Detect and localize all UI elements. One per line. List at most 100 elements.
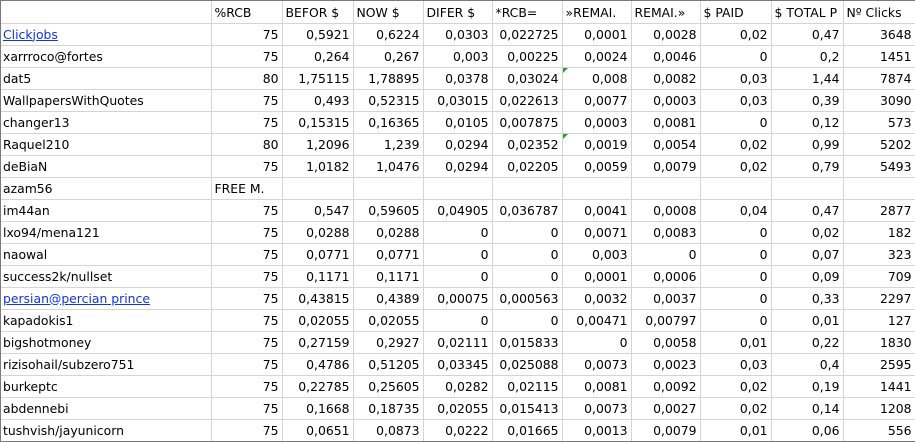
- value-cell[interactable]: 0,01: [700, 419, 772, 442]
- value-cell[interactable]: 0,0008: [631, 199, 701, 222]
- value-cell[interactable]: 0,0073: [562, 397, 632, 420]
- value-cell[interactable]: 0,264: [282, 45, 354, 68]
- commented-cell[interactable]: 0,008: [562, 67, 632, 90]
- value-cell[interactable]: [492, 177, 563, 200]
- user-name-cell[interactable]: deBiaN: [0, 155, 212, 178]
- user-name-cell[interactable]: dat5: [0, 67, 212, 90]
- value-cell[interactable]: 127: [843, 309, 915, 332]
- value-cell[interactable]: 2595: [843, 353, 915, 376]
- user-name-cell[interactable]: tushvish/jayunicorn: [0, 419, 212, 442]
- value-cell[interactable]: 0,015833: [492, 331, 563, 354]
- value-cell[interactable]: 0,01: [771, 309, 844, 332]
- value-cell[interactable]: 0,493: [282, 89, 354, 112]
- user-name-cell[interactable]: rizisohail/subzero751: [0, 353, 212, 376]
- value-cell[interactable]: 0,0873: [353, 419, 424, 442]
- value-cell[interactable]: 0,03: [700, 67, 772, 90]
- value-cell[interactable]: 0,04: [700, 199, 772, 222]
- value-cell[interactable]: 0,0282: [423, 375, 493, 398]
- column-header[interactable]: *RCB=: [492, 0, 563, 24]
- value-cell[interactable]: 0: [700, 265, 772, 288]
- value-cell[interactable]: 0,02: [700, 23, 772, 46]
- value-cell[interactable]: 75: [211, 111, 283, 134]
- user-name-cell[interactable]: success2k/nullset: [0, 265, 212, 288]
- value-cell[interactable]: 0,00797: [631, 309, 701, 332]
- value-cell[interactable]: 0,02: [700, 155, 772, 178]
- column-header[interactable]: »REMAI.: [562, 0, 632, 24]
- value-cell[interactable]: 0,4389: [353, 287, 424, 310]
- value-cell[interactable]: 0,025088: [492, 353, 563, 376]
- value-cell[interactable]: 0,00225: [492, 45, 563, 68]
- value-cell[interactable]: 0,16365: [353, 111, 424, 134]
- column-header[interactable]: NOW $: [353, 0, 424, 24]
- value-cell[interactable]: 0,01665: [492, 419, 563, 442]
- value-cell[interactable]: 0: [492, 265, 563, 288]
- value-cell[interactable]: 0,02055: [282, 309, 354, 332]
- value-cell[interactable]: 0,022725: [492, 23, 563, 46]
- value-cell[interactable]: [562, 177, 632, 200]
- value-cell[interactable]: 0: [492, 221, 563, 244]
- value-cell[interactable]: 0,4786: [282, 353, 354, 376]
- note-cell[interactable]: FREE M.: [211, 177, 283, 200]
- value-cell[interactable]: 0,1171: [353, 265, 424, 288]
- user-name-cell[interactable]: Raquel210: [0, 133, 212, 156]
- value-cell[interactable]: 0,0058: [631, 331, 701, 354]
- user-name-cell[interactable]: changer13: [0, 111, 212, 134]
- value-cell[interactable]: 0,0288: [353, 221, 424, 244]
- user-name-cell[interactable]: azam56: [0, 177, 212, 200]
- value-cell[interactable]: 0,0024: [562, 45, 632, 68]
- value-cell[interactable]: 0,0294: [423, 155, 493, 178]
- value-cell[interactable]: 0: [492, 243, 563, 266]
- value-cell[interactable]: 0,0003: [562, 111, 632, 134]
- value-cell[interactable]: 556: [843, 419, 915, 442]
- value-cell[interactable]: 0,0006: [631, 265, 701, 288]
- value-cell[interactable]: 0,0073: [562, 353, 632, 376]
- value-cell[interactable]: 0,03015: [423, 89, 493, 112]
- value-cell[interactable]: 0,0023: [631, 353, 701, 376]
- value-cell[interactable]: 0,02111: [423, 331, 493, 354]
- value-cell[interactable]: 0,0001: [562, 265, 632, 288]
- value-cell[interactable]: 0,0083: [631, 221, 701, 244]
- value-cell[interactable]: 75: [211, 309, 283, 332]
- value-cell[interactable]: 0,03: [700, 353, 772, 376]
- value-cell[interactable]: 75: [211, 23, 283, 46]
- value-cell[interactable]: 0: [423, 309, 493, 332]
- value-cell[interactable]: 0,003: [562, 243, 632, 266]
- value-cell[interactable]: 75: [211, 331, 283, 354]
- value-cell[interactable]: [423, 177, 493, 200]
- column-header[interactable]: [0, 0, 212, 24]
- column-header[interactable]: %RCB: [211, 0, 283, 24]
- value-cell[interactable]: 0,00471: [562, 309, 632, 332]
- value-cell[interactable]: 5493: [843, 155, 915, 178]
- value-cell[interactable]: 0,0032: [562, 287, 632, 310]
- value-cell[interactable]: 1,239: [353, 133, 424, 156]
- value-cell[interactable]: 0,0105: [423, 111, 493, 134]
- value-cell[interactable]: 0,02: [700, 133, 772, 156]
- value-cell[interactable]: 75: [211, 397, 283, 420]
- value-cell[interactable]: 1830: [843, 331, 915, 354]
- column-header[interactable]: $ TOTAL P: [771, 0, 844, 24]
- user-name-cell[interactable]: kapadokis1: [0, 309, 212, 332]
- value-cell[interactable]: 7874: [843, 67, 915, 90]
- column-header[interactable]: $ PAID: [700, 0, 772, 24]
- value-cell[interactable]: 323: [843, 243, 915, 266]
- value-cell[interactable]: 0,27159: [282, 331, 354, 354]
- user-name-cell[interactable]: xarrroco@fortes: [0, 45, 212, 68]
- value-cell[interactable]: 0,18735: [353, 397, 424, 420]
- value-cell[interactable]: 0,0222: [423, 419, 493, 442]
- value-cell[interactable]: 0,47: [771, 23, 844, 46]
- value-cell[interactable]: 0,0079: [631, 155, 701, 178]
- value-cell[interactable]: 75: [211, 221, 283, 244]
- user-name-cell[interactable]: naowal: [0, 243, 212, 266]
- value-cell[interactable]: 2877: [843, 199, 915, 222]
- value-cell[interactable]: 80: [211, 67, 283, 90]
- value-cell[interactable]: 0,22: [771, 331, 844, 354]
- value-cell[interactable]: 0,547: [282, 199, 354, 222]
- value-cell[interactable]: [771, 177, 844, 200]
- value-cell[interactable]: 0,03024: [492, 67, 563, 90]
- value-cell[interactable]: 0,0037: [631, 287, 701, 310]
- value-cell[interactable]: 0,022613: [492, 89, 563, 112]
- value-cell[interactable]: 0,33: [771, 287, 844, 310]
- value-cell[interactable]: 75: [211, 287, 283, 310]
- value-cell[interactable]: 0,47: [771, 199, 844, 222]
- value-cell[interactable]: 0,02055: [423, 397, 493, 420]
